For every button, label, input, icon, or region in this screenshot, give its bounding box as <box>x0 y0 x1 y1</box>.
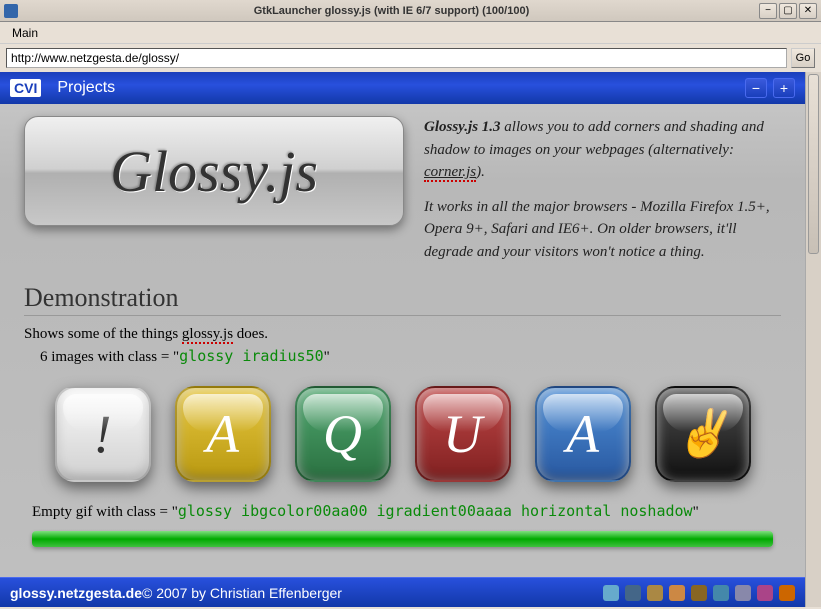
minimize-button[interactable]: − <box>759 3 777 19</box>
tile-row: !AQUA✌ <box>24 386 781 482</box>
demo-t3: 6 images with class = " <box>40 349 179 365</box>
glossy-js-link[interactable]: glossy.js <box>182 326 233 344</box>
projects-link[interactable]: Projects <box>57 79 115 97</box>
viewport: CVI Projects − + Glossy.js Glossy.js 1.3… <box>0 72 821 607</box>
vertical-scrollbar[interactable] <box>805 72 821 607</box>
intro-p2: It works in all the major browsers - Moz… <box>424 196 781 264</box>
demo-t2: does. <box>233 326 268 342</box>
window-title: GtkLauncher glossy.js (with IE 6/7 suppo… <box>24 5 759 17</box>
go-button[interactable]: Go <box>791 48 815 68</box>
demo-tile-0: ! <box>55 386 151 482</box>
demo-tile-5: ✌ <box>655 386 751 482</box>
menu-main[interactable]: Main <box>6 24 44 42</box>
social-icon-0[interactable] <box>603 585 619 601</box>
footer-copyright: © 2007 by Christian Effenberger <box>142 585 342 601</box>
address-bar: Go <box>0 44 821 72</box>
social-icon-7[interactable] <box>757 585 773 601</box>
scrollbar-thumb[interactable] <box>808 74 819 254</box>
social-icon-3[interactable] <box>669 585 685 601</box>
demo-tile-4: A <box>535 386 631 482</box>
demo-line1: Shows some of the things glossy.js does. <box>24 326 781 343</box>
url-input[interactable] <box>6 48 787 68</box>
page: CVI Projects − + Glossy.js Glossy.js 1.3… <box>0 72 805 607</box>
intro-row: Glossy.js Glossy.js 1.3 allows you to ad… <box>24 116 781 263</box>
demo-tile-2: Q <box>295 386 391 482</box>
corner-js-link[interactable]: corner.js <box>424 164 476 182</box>
social-icon-1[interactable] <box>625 585 641 601</box>
social-icons <box>603 585 795 601</box>
expand-button[interactable]: + <box>773 78 795 98</box>
site-footer: glossy.netzgesta.de © 2007 by Christian … <box>0 577 805 607</box>
demo-line3: Empty gif with class = "glossy ibgcolor0… <box>32 502 773 521</box>
collapse-button[interactable]: − <box>745 78 767 98</box>
cvi-logo: CVI <box>10 79 41 97</box>
demo-class2: glossy ibgcolor00aa00 igradient00aaaa ho… <box>178 502 693 520</box>
social-icon-2[interactable] <box>647 585 663 601</box>
maximize-button[interactable]: ▢ <box>779 3 797 19</box>
glossy-logo-text: Glossy.js <box>110 138 318 205</box>
close-button[interactable]: ✕ <box>799 3 817 19</box>
intro-t2: ). <box>476 164 485 180</box>
demo-tile-1: A <box>175 386 271 482</box>
main-content: Glossy.js Glossy.js 1.3 allows you to ad… <box>0 104 805 559</box>
demo-tile-3: U <box>415 386 511 482</box>
demonstration-heading: Demonstration <box>24 283 781 316</box>
menubar: Main <box>0 22 821 44</box>
social-icon-6[interactable] <box>735 585 751 601</box>
intro-text: Glossy.js 1.3 allows you to add corners … <box>424 116 781 263</box>
green-gradient-bar <box>32 531 773 547</box>
social-icon-5[interactable] <box>713 585 729 601</box>
demo-t1: Shows some of the things <box>24 326 182 342</box>
site-header: CVI Projects − + <box>0 72 805 104</box>
demo-t4: " <box>324 349 330 365</box>
app-icon <box>4 4 18 18</box>
demo-t5: Empty gif with class = " <box>32 504 178 520</box>
social-icon-8[interactable] <box>779 585 795 601</box>
demo-class1: glossy iradius50 <box>179 347 324 365</box>
demo-t6: " <box>693 504 699 520</box>
window-titlebar: GtkLauncher glossy.js (with IE 6/7 suppo… <box>0 0 821 22</box>
glossy-logo-tile: Glossy.js <box>24 116 404 226</box>
footer-domain: glossy.netzgesta.de <box>10 585 142 601</box>
social-icon-4[interactable] <box>691 585 707 601</box>
demo-line2: 6 images with class = "glossy iradius50" <box>40 347 781 366</box>
window-controls: − ▢ ✕ <box>759 3 817 19</box>
intro-bold: Glossy.js 1.3 <box>424 119 501 135</box>
